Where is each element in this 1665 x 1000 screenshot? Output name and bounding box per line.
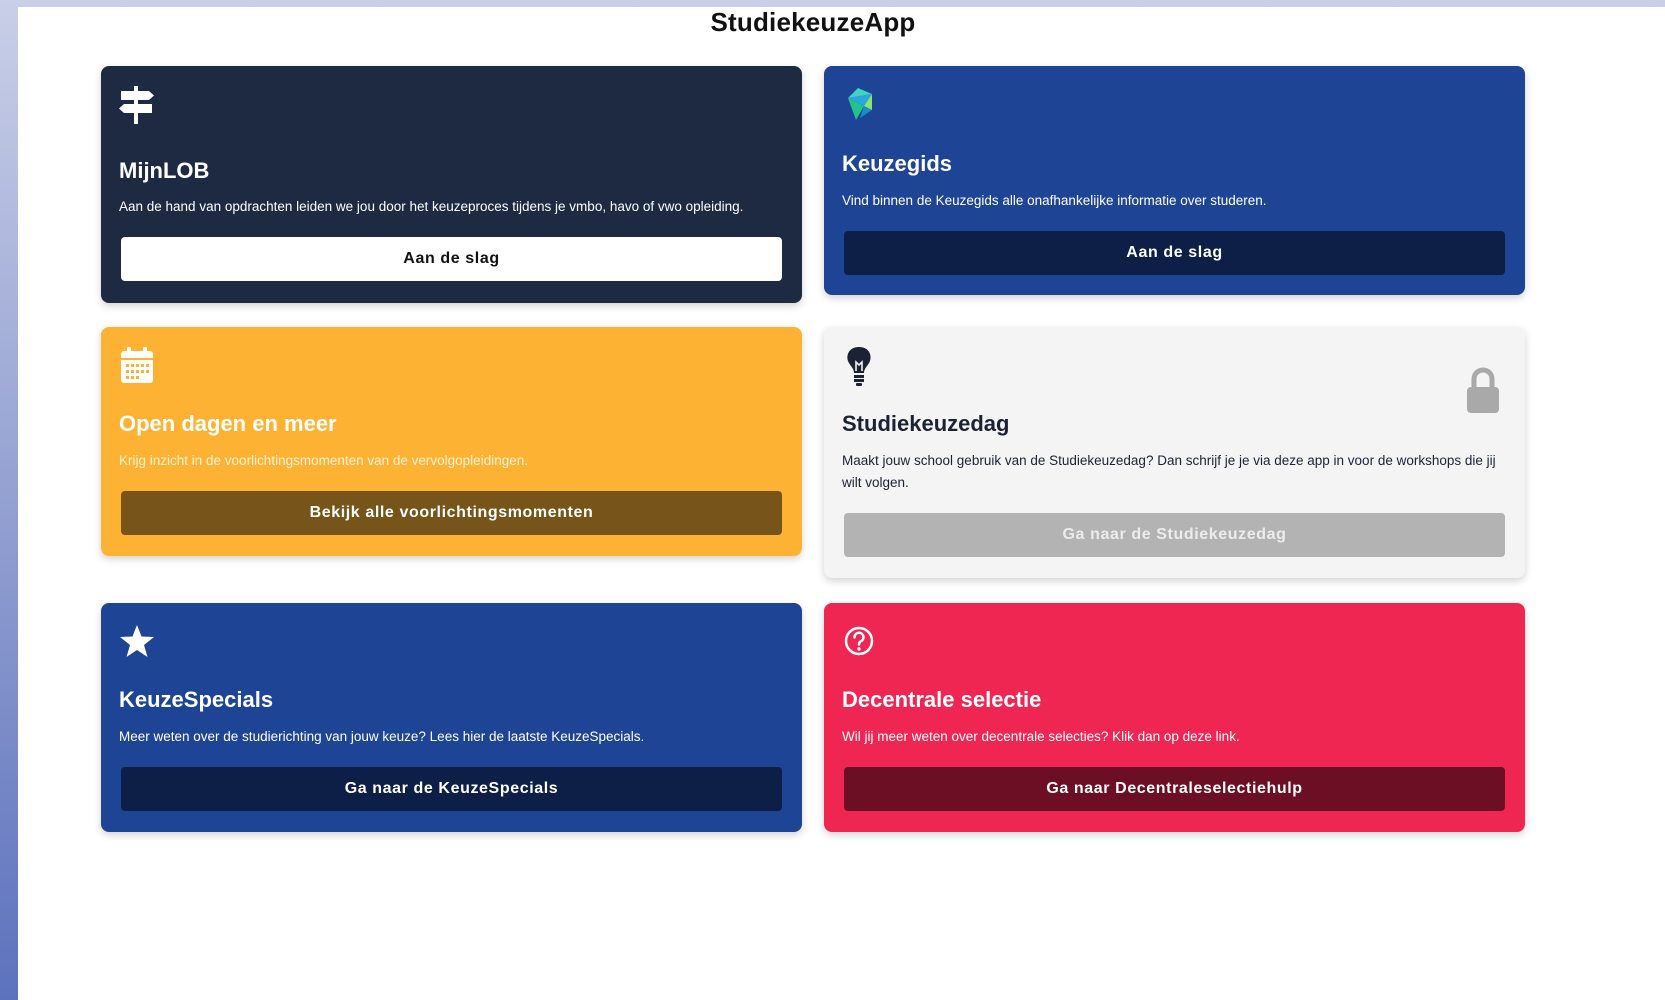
card-open-dagen: Open dagen en meer Krijg inzicht in de v… <box>101 327 802 556</box>
mijnlob-start-button[interactable]: Aan de slag <box>121 237 782 281</box>
card-description: Vind binnen de Keuzegids alle onafhankel… <box>842 193 1267 208</box>
card-mijnlob: MijnLOB Aan de hand van opdrachten leide… <box>101 66 802 303</box>
app-title: StudiekeuzeApp <box>710 7 916 37</box>
card-description: Maakt jouw school gebruik van de Studiek… <box>842 453 1496 490</box>
keuzegids-logo-icon <box>842 84 882 128</box>
keuzespecials-button[interactable]: Ga naar de KeuzeSpecials <box>121 767 782 811</box>
lock-icon <box>1465 365 1501 415</box>
calendar-icon <box>119 345 159 389</box>
studiekeuzedag-button[interactable]: Ga naar de Studiekeuzedag <box>844 513 1505 557</box>
card-title: KeuzeSpecials <box>119 687 274 712</box>
card-description: Meer weten over de studierichting van jo… <box>119 729 645 744</box>
question-circle-icon <box>842 621 882 665</box>
card-keuzespecials: KeuzeSpecials Meer weten over de studier… <box>101 603 802 832</box>
card-decentrale-selectie: Decentrale selectie Wil jij meer weten o… <box>824 603 1525 832</box>
signpost-icon <box>119 84 159 128</box>
card-description: Krijg inzicht in de voorlichtingsmomente… <box>119 453 528 468</box>
lightbulb-icon <box>842 345 882 389</box>
card-description: Wil jij meer weten over decentrale selec… <box>842 729 1240 744</box>
voorlichtingsmomenten-button[interactable]: Bekijk alle voorlichtingsmomenten <box>121 491 782 535</box>
keuzegids-start-button[interactable]: Aan de slag <box>844 231 1505 275</box>
card-title: Open dagen en meer <box>119 411 337 436</box>
card-title: MijnLOB <box>119 158 210 183</box>
card-keuzegids: Keuzegids Vind binnen de Keuzegids alle … <box>824 66 1525 295</box>
star-icon <box>119 621 159 665</box>
card-studiekeuzedag: Studiekeuzedag Maakt jouw school gebruik… <box>824 327 1525 578</box>
decentraleselectiehulp-button[interactable]: Ga naar Decentraleselectiehulp <box>844 767 1505 811</box>
card-title: Studiekeuzedag <box>842 411 1010 436</box>
card-title: Keuzegids <box>842 151 953 176</box>
card-title: Decentrale selectie <box>842 687 1042 712</box>
card-description: Aan de hand van opdrachten leiden we jou… <box>119 199 744 214</box>
page: StudiekeuzeApp MijnLOB Aan de hand van o… <box>18 7 1665 1000</box>
